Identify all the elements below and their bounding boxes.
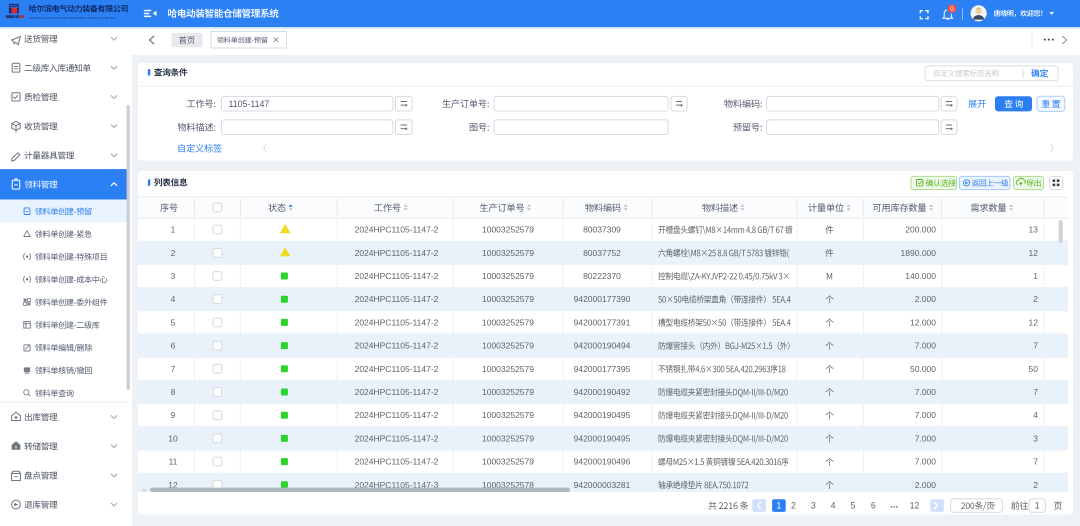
svg-text:3: 3 bbox=[811, 501, 816, 511]
svg-text:7.000: 7.000 bbox=[915, 457, 937, 467]
svg-text:10: 10 bbox=[168, 433, 178, 443]
svg-text:10003252579: 10003252579 bbox=[482, 364, 534, 374]
svg-text:50: 50 bbox=[1029, 364, 1039, 374]
svg-text:7.000: 7.000 bbox=[915, 341, 937, 351]
svg-text:12: 12 bbox=[1029, 248, 1039, 258]
svg-text:2024HPC1105-1147-2: 2024HPC1105-1147-2 bbox=[355, 457, 439, 467]
svg-text:6: 6 bbox=[171, 341, 176, 351]
svg-text:7: 7 bbox=[171, 364, 176, 374]
svg-text:...: ... bbox=[890, 500, 898, 511]
svg-text:9: 9 bbox=[171, 410, 176, 420]
svg-text:6: 6 bbox=[871, 501, 876, 511]
svg-text:7.000: 7.000 bbox=[915, 433, 937, 443]
svg-text:7: 7 bbox=[1033, 387, 1038, 397]
svg-text:10003252579: 10003252579 bbox=[482, 387, 534, 397]
svg-text:2024HPC1105-1147-2: 2024HPC1105-1147-2 bbox=[355, 341, 439, 351]
svg-text:942000177391: 942000177391 bbox=[574, 317, 631, 327]
svg-text:2024HPC1105-1147-2: 2024HPC1105-1147-2 bbox=[355, 317, 439, 327]
svg-text:7.000: 7.000 bbox=[915, 410, 937, 420]
svg-text:140.000: 140.000 bbox=[905, 271, 936, 281]
svg-text:5: 5 bbox=[171, 317, 176, 327]
svg-text:942000190495: 942000190495 bbox=[574, 433, 631, 443]
svg-text:50.000: 50.000 bbox=[910, 364, 936, 374]
svg-text:10003252579: 10003252579 bbox=[482, 294, 534, 304]
svg-text:2: 2 bbox=[1033, 480, 1038, 490]
svg-text:12.000: 12.000 bbox=[910, 317, 936, 327]
svg-text:10003252579: 10003252579 bbox=[482, 225, 534, 235]
svg-text:11: 11 bbox=[169, 457, 178, 467]
svg-text:2024HPC1105-1147-2: 2024HPC1105-1147-2 bbox=[355, 410, 439, 420]
svg-text:942000190492: 942000190492 bbox=[574, 387, 631, 397]
svg-text:2: 2 bbox=[171, 248, 176, 258]
svg-text:2: 2 bbox=[1033, 294, 1038, 304]
svg-text:942000190496: 942000190496 bbox=[574, 457, 631, 467]
svg-text:7.000: 7.000 bbox=[915, 387, 937, 397]
svg-text:80037309: 80037309 bbox=[583, 225, 621, 235]
svg-text:942000177395: 942000177395 bbox=[574, 364, 631, 374]
svg-text:3: 3 bbox=[171, 271, 176, 281]
svg-text:2024HPC1105-1147-2: 2024HPC1105-1147-2 bbox=[355, 294, 439, 304]
svg-text:2024HPC1105-1147-2: 2024HPC1105-1147-2 bbox=[355, 248, 439, 258]
svg-text:2024HPC1105-1147-2: 2024HPC1105-1147-2 bbox=[355, 271, 439, 281]
svg-text:7: 7 bbox=[1033, 457, 1038, 467]
svg-text:7: 7 bbox=[1033, 341, 1038, 351]
svg-text:1: 1 bbox=[776, 501, 781, 511]
svg-text:1105-1147: 1105-1147 bbox=[229, 99, 270, 109]
svg-text:10003252579: 10003252579 bbox=[482, 341, 534, 351]
svg-text:2: 2 bbox=[791, 501, 796, 511]
svg-text:10003252579: 10003252579 bbox=[482, 457, 534, 467]
svg-text:80037752: 80037752 bbox=[583, 248, 621, 258]
svg-text:10003252579: 10003252579 bbox=[482, 271, 534, 281]
svg-text:1890.000: 1890.000 bbox=[901, 248, 937, 258]
svg-text:0: 0 bbox=[950, 6, 954, 13]
svg-text:1: 1 bbox=[171, 225, 176, 235]
svg-text:2.000: 2.000 bbox=[915, 294, 937, 304]
svg-text:942000177390: 942000177390 bbox=[574, 294, 631, 304]
svg-text:942000003281: 942000003281 bbox=[574, 480, 631, 490]
svg-text:942000190495: 942000190495 bbox=[574, 410, 631, 420]
svg-text:4: 4 bbox=[831, 501, 836, 511]
svg-text:2024HPC1105-1147-2: 2024HPC1105-1147-2 bbox=[355, 364, 439, 374]
svg-text:HARBIN ELECTRIC POWER EQUIPMEN: HARBIN ELECTRIC POWER EQUIPMENT COMPANY … bbox=[29, 16, 116, 20]
svg-text:10003252579: 10003252579 bbox=[482, 410, 534, 420]
svg-text:10003252579: 10003252579 bbox=[482, 317, 534, 327]
svg-text:80222370: 80222370 bbox=[583, 271, 621, 281]
svg-text:13: 13 bbox=[1029, 225, 1039, 235]
svg-text:4: 4 bbox=[1033, 410, 1038, 420]
svg-text:200.000: 200.000 bbox=[905, 225, 936, 235]
svg-text:4: 4 bbox=[171, 294, 176, 304]
svg-text:5: 5 bbox=[851, 501, 856, 511]
svg-text:12: 12 bbox=[910, 501, 920, 511]
svg-text:942000190494: 942000190494 bbox=[574, 341, 631, 351]
svg-text:12: 12 bbox=[1029, 317, 1039, 327]
svg-text:8: 8 bbox=[171, 387, 176, 397]
svg-text:10003252579: 10003252579 bbox=[482, 248, 534, 258]
svg-text:2024HPC1105-1147-2: 2024HPC1105-1147-2 bbox=[355, 387, 439, 397]
svg-text:10003252579: 10003252579 bbox=[482, 433, 534, 443]
svg-text:2024HPC1105-1147-2: 2024HPC1105-1147-2 bbox=[355, 433, 439, 443]
svg-text:2024HPC1105-1147-2: 2024HPC1105-1147-2 bbox=[355, 225, 439, 235]
svg-text:2.000: 2.000 bbox=[915, 480, 937, 490]
svg-text:1: 1 bbox=[1035, 501, 1040, 511]
svg-text:1: 1 bbox=[1033, 271, 1038, 281]
svg-text:3: 3 bbox=[1033, 433, 1038, 443]
